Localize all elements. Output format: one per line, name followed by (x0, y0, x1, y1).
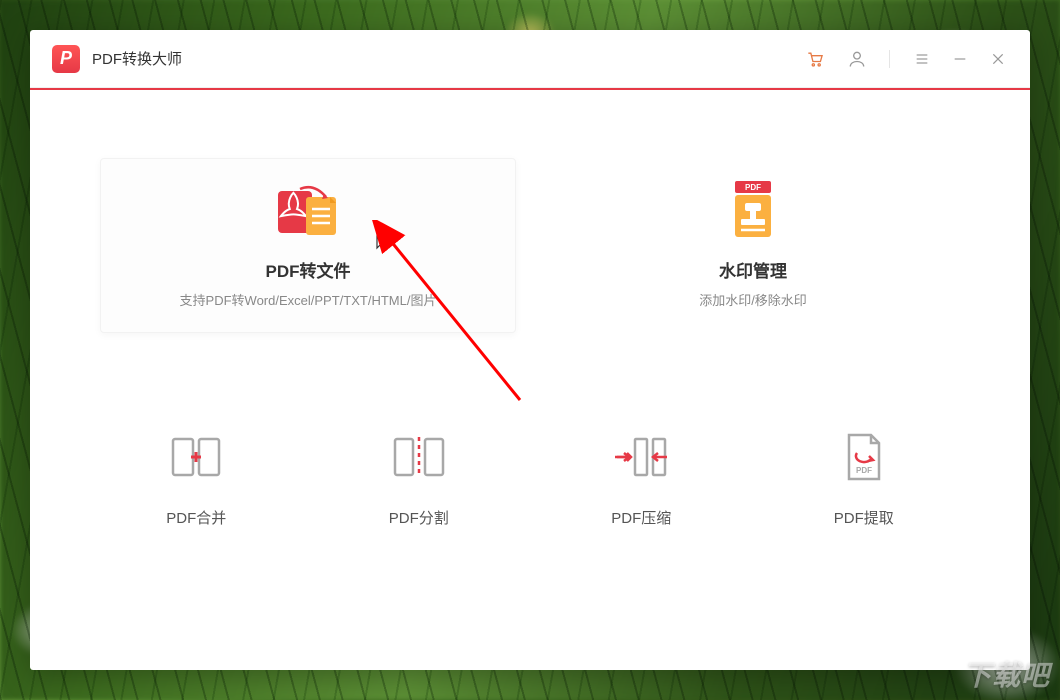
pdf-convert-icon (272, 183, 344, 239)
card-label: PDF压缩 (611, 507, 671, 528)
header-underline (30, 88, 1030, 90)
app-logo: P (52, 45, 80, 73)
divider (889, 50, 890, 68)
card-pdf-extract[interactable]: PDF PDF提取 (768, 403, 961, 553)
extract-icon: PDF (841, 429, 887, 485)
card-label: PDF提取 (834, 507, 894, 528)
split-icon (391, 429, 447, 485)
card-label: PDF分割 (389, 507, 449, 528)
card-pdf-merge[interactable]: PDF合并 (100, 403, 293, 553)
card-label: PDF合并 (166, 507, 226, 528)
svg-text:PDF: PDF (856, 466, 872, 475)
watermark-icon: PDF (725, 183, 781, 239)
card-watermark[interactable]: PDF 水印管理 添加水印/移除水印 (546, 158, 960, 333)
svg-text:PDF: PDF (745, 183, 761, 192)
card-pdf-split[interactable]: PDF分割 (323, 403, 516, 553)
close-icon[interactable] (988, 49, 1008, 69)
card-title: PDF转文件 (266, 257, 351, 282)
compress-icon (611, 429, 671, 485)
card-pdf-compress[interactable]: PDF压缩 (545, 403, 738, 553)
card-title: 水印管理 (719, 257, 787, 282)
minimize-icon[interactable] (950, 49, 970, 69)
card-pdf-convert[interactable]: PDF转文件 支持PDF转Word/Excel/PPT/TXT/HTML/图片 (100, 158, 516, 333)
row-tools: PDF合并 PDF分割 (100, 403, 960, 553)
watermark-text: 下载吧 (963, 654, 1050, 694)
card-subtitle: 添加水印/移除水印 (699, 290, 807, 309)
merge-icon (169, 429, 223, 485)
app-title: PDF转换大师 (92, 48, 182, 69)
cart-icon[interactable] (805, 49, 825, 69)
app-window: P PDF转换大师 (30, 30, 1030, 670)
card-subtitle: 支持PDF转Word/Excel/PPT/TXT/HTML/图片 (180, 290, 437, 309)
user-icon[interactable] (847, 49, 867, 69)
menu-icon[interactable] (912, 49, 932, 69)
row-main-features: PDF转文件 支持PDF转Word/Excel/PPT/TXT/HTML/图片 … (100, 158, 960, 333)
titlebar: P PDF转换大师 (30, 30, 1030, 88)
content-area: PDF转文件 支持PDF转Word/Excel/PPT/TXT/HTML/图片 … (30, 88, 1030, 670)
